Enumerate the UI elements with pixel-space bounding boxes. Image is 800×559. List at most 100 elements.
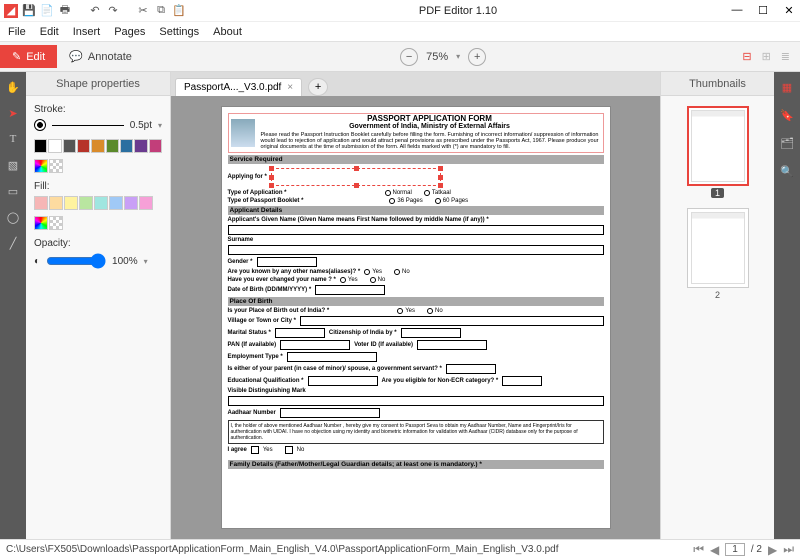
given-name-input[interactable] bbox=[228, 225, 604, 235]
menu-settings[interactable]: Settings bbox=[159, 26, 199, 38]
swatch[interactable] bbox=[94, 196, 108, 210]
no-color-icon[interactable] bbox=[49, 159, 63, 173]
swatch[interactable] bbox=[109, 196, 123, 210]
color-picker-icon[interactable] bbox=[34, 216, 48, 230]
redo-icon[interactable]: ↷ bbox=[106, 4, 120, 18]
swatch[interactable] bbox=[48, 139, 61, 153]
aliases-no[interactable]: No bbox=[394, 269, 410, 275]
menu-insert[interactable]: Insert bbox=[73, 26, 101, 38]
close-tab-icon[interactable]: × bbox=[287, 82, 293, 93]
village-input[interactable] bbox=[300, 316, 604, 326]
next-page-button[interactable]: ▶ bbox=[768, 543, 777, 557]
select-tool-icon[interactable]: ➤ bbox=[4, 104, 22, 122]
employment-input[interactable] bbox=[287, 352, 377, 362]
changed-yes[interactable]: Yes bbox=[340, 277, 358, 283]
swatch[interactable] bbox=[120, 139, 133, 153]
dob-input[interactable] bbox=[315, 285, 385, 295]
agree-yes-checkbox[interactable] bbox=[251, 446, 259, 454]
swatch[interactable] bbox=[91, 139, 104, 153]
pob-no[interactable]: No bbox=[427, 308, 443, 314]
stroke-color-icon[interactable] bbox=[34, 119, 46, 131]
menu-edit[interactable]: Edit bbox=[40, 26, 59, 38]
last-page-button[interactable]: ⏭ bbox=[783, 542, 794, 557]
swatch[interactable] bbox=[63, 139, 76, 153]
menu-about[interactable]: About bbox=[213, 26, 242, 38]
swatch[interactable] bbox=[79, 196, 93, 210]
view-continuous-icon[interactable]: ≣ bbox=[781, 50, 790, 63]
text-tool-icon[interactable]: T bbox=[4, 130, 22, 148]
zoom-out-button[interactable]: − bbox=[400, 48, 418, 66]
document-tab[interactable]: PassportA..._V3.0.pdf × bbox=[175, 78, 302, 96]
swatch[interactable] bbox=[49, 196, 63, 210]
aadhaar-input[interactable] bbox=[280, 408, 380, 418]
swatch[interactable] bbox=[149, 139, 162, 153]
add-tab-button[interactable]: + bbox=[308, 78, 328, 96]
print-icon[interactable]: 🖶 bbox=[58, 4, 72, 18]
view-single-icon[interactable]: ⊟ bbox=[742, 50, 751, 63]
cut-icon[interactable]: ✂ bbox=[136, 4, 150, 18]
opacity-slider[interactable] bbox=[46, 253, 106, 269]
page-number-input[interactable]: 1 bbox=[725, 543, 745, 556]
no-color-icon[interactable] bbox=[49, 216, 63, 230]
radio-36p[interactable]: 36 Pages bbox=[389, 198, 422, 204]
stroke-width-value[interactable]: 0.5pt bbox=[130, 120, 152, 131]
maximize-button[interactable]: ☐ bbox=[756, 4, 770, 17]
menu-pages[interactable]: Pages bbox=[114, 26, 145, 38]
save-icon[interactable]: 💾 bbox=[22, 4, 36, 18]
gender-input[interactable] bbox=[257, 257, 317, 267]
surname-input[interactable] bbox=[228, 245, 604, 255]
search-icon[interactable]: 🔍 bbox=[778, 162, 796, 180]
zoom-value[interactable]: 75% bbox=[426, 51, 448, 63]
swatch[interactable] bbox=[34, 139, 47, 153]
hand-tool-icon[interactable]: ✋ bbox=[4, 78, 22, 96]
first-page-button[interactable]: ⏮ bbox=[693, 542, 704, 557]
non-ecr-input[interactable] bbox=[502, 376, 542, 386]
swatch[interactable] bbox=[64, 196, 78, 210]
close-button[interactable]: ✕ bbox=[782, 4, 796, 17]
selection-box[interactable] bbox=[271, 168, 441, 186]
edit-mode-button[interactable]: ✎ Edit bbox=[0, 45, 57, 68]
line-tool-icon[interactable]: ╱ bbox=[4, 234, 22, 252]
prev-page-button[interactable]: ◀ bbox=[710, 543, 719, 557]
layers-icon[interactable]: 🗂 bbox=[778, 134, 796, 152]
swatch[interactable] bbox=[134, 139, 147, 153]
zoom-in-button[interactable]: + bbox=[468, 48, 486, 66]
thumbnail-page-1[interactable] bbox=[687, 106, 749, 186]
agree-no-checkbox[interactable] bbox=[285, 446, 293, 454]
annotate-mode-button[interactable]: 💬 Annotate bbox=[57, 45, 144, 68]
copy-icon[interactable]: ⧉ bbox=[154, 4, 168, 18]
changed-no[interactable]: No bbox=[370, 277, 386, 283]
swatch[interactable] bbox=[124, 196, 138, 210]
swatch[interactable] bbox=[139, 196, 153, 210]
radio-60p[interactable]: 60 Pages bbox=[435, 198, 468, 204]
ellipse-tool-icon[interactable]: ◯ bbox=[4, 208, 22, 226]
pan-input[interactable] bbox=[280, 340, 350, 350]
bookmarks-icon[interactable]: 🔖 bbox=[778, 106, 796, 124]
swatch[interactable] bbox=[77, 139, 90, 153]
undo-icon[interactable]: ↶ bbox=[88, 4, 102, 18]
canvas[interactable]: PASSPORT APPLICATION FORM Government of … bbox=[171, 96, 660, 539]
parent-gov-input[interactable] bbox=[446, 364, 496, 374]
paste-icon[interactable]: 📋 bbox=[172, 4, 186, 18]
menu-file[interactable]: File bbox=[8, 26, 26, 38]
swatch[interactable] bbox=[106, 139, 119, 153]
rect-tool-icon[interactable]: ▭ bbox=[4, 182, 22, 200]
edu-input[interactable] bbox=[308, 376, 378, 386]
open-icon[interactable]: 📄 bbox=[40, 4, 54, 18]
dist-mark-input[interactable] bbox=[228, 396, 604, 406]
image-tool-icon[interactable]: ▧ bbox=[4, 156, 22, 174]
thumbnail-page-2[interactable] bbox=[687, 208, 749, 288]
radio-tatkaal[interactable]: Tatkaal bbox=[424, 190, 451, 196]
marital-input[interactable] bbox=[275, 328, 325, 338]
pob-yes[interactable]: Yes bbox=[397, 308, 415, 314]
voter-input[interactable] bbox=[417, 340, 487, 350]
color-picker-icon[interactable] bbox=[34, 159, 48, 173]
thumbnails-icon[interactable]: ▦ bbox=[778, 78, 796, 96]
view-grid-icon[interactable]: ⊞ bbox=[762, 50, 771, 63]
aliases-yes[interactable]: Yes bbox=[364, 269, 382, 275]
citizenship-label: Citizenship of India by * bbox=[329, 330, 397, 336]
citizenship-input[interactable] bbox=[401, 328, 461, 338]
swatch[interactable] bbox=[34, 196, 48, 210]
minimize-button[interactable]: — bbox=[730, 4, 744, 17]
radio-normal[interactable]: Normal bbox=[385, 190, 412, 196]
